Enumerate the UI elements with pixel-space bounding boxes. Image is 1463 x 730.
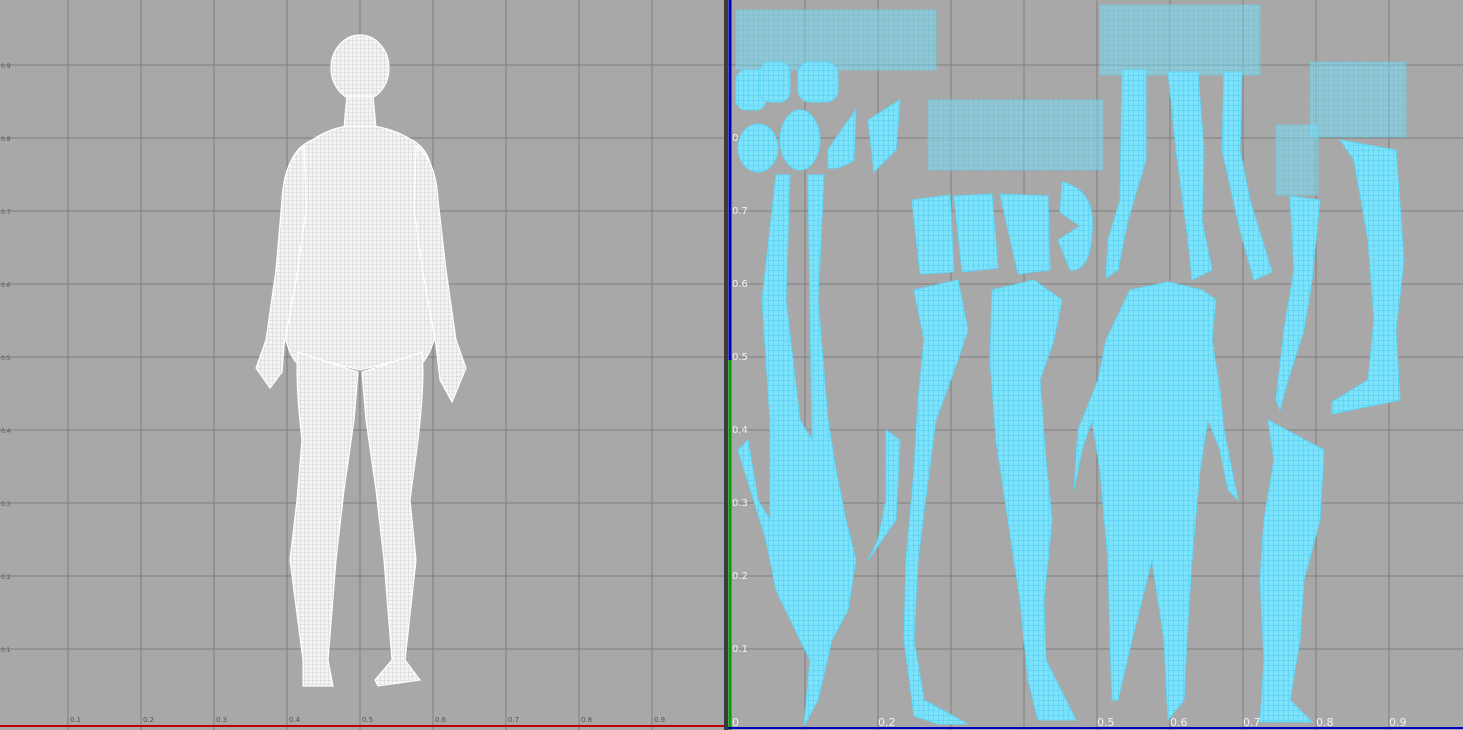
uv-shell-leg-lower[interactable] [1259,419,1325,723]
uv-y-tick-label: 0.6 [732,279,748,290]
uv-y-tick-label: 0.3 [732,498,748,509]
x-tick-label: 0.2 [143,716,154,724]
uv-editor-canvas[interactable]: 0 0.2 0.5 0.6 0.7 0.8 0.9 0.8 0.7 0.6 0.… [728,0,1463,730]
uv-x-tick-label: 0.2 [878,716,896,729]
y-tick-label: 0.1 [1,647,11,654]
uv-shell-face-piece[interactable] [867,99,901,174]
x-tick-labels: 0.1 0.2 0.3 0.4 0.5 0.6 0.7 0.8 0.9 [70,716,665,724]
y-tick-label: 0.7 [1,209,11,216]
y-tick-label: 0.2 [1,574,11,581]
uv-y-tick-label: 0.2 [732,571,748,582]
uv-shell-small-pieces[interactable] [927,99,1104,171]
uv-shell-head-side[interactable] [911,194,955,275]
uv-shell-small-pieces[interactable] [1099,4,1261,76]
uv-x-tick-label: 0.7 [1243,716,1261,729]
uv-shell-arm[interactable] [1221,71,1273,281]
mesh-left-leg[interactable] [361,351,424,687]
y-tick-labels: 0.9 0.8 0.7 0.6 0.5 0.4 0.3 0.2 0.1 [1,63,11,654]
viewport-3d[interactable]: 0.1 0.2 0.3 0.4 0.5 0.6 0.7 0.8 0.9 0.9 … [0,0,724,730]
y-tick-label: 0.4 [1,428,11,435]
uv-x-tick-label: 0.6 [1170,716,1188,729]
y-tick-label: 0.6 [1,282,11,289]
y-tick-label: 0.8 [1,136,11,143]
uv-shell-face-piece[interactable] [827,108,857,169]
uv-shell-head-side[interactable] [953,193,999,273]
y-tick-label: 0.3 [1,501,11,508]
uv-shell-front-body[interactable] [1073,281,1239,722]
uv-shell-legs[interactable] [1259,139,1405,723]
mesh-neck[interactable] [343,95,377,129]
uv-shell-back-body[interactable] [737,174,901,727]
uv-shell-small-pieces[interactable] [1309,61,1407,138]
y-tick-label: 0.5 [1,355,11,362]
mesh-head[interactable] [330,34,390,102]
uv-shell-arm[interactable] [1105,69,1147,279]
uv-y-tick-label: 0.1 [732,644,748,655]
x-tick-label: 0.7 [508,716,519,724]
x-tick-label: 0.8 [581,716,592,724]
y-tick-label: 0.9 [1,63,11,70]
uv-y-tick-labels: 0.8 0.7 0.6 0.5 0.4 0.3 0.2 0.1 [732,133,748,655]
uv-shell-back-arm[interactable] [867,429,901,561]
uv-shell-side-bodies[interactable] [903,279,1077,725]
x-tick-label: 0.5 [362,716,373,724]
uv-shell-leg-upper[interactable] [1331,139,1405,415]
uv-shell-side-body-right[interactable] [903,279,969,725]
uv-shells[interactable] [735,4,1407,727]
uv-editor-app: 0.1 0.2 0.3 0.4 0.5 0.6 0.7 0.8 0.9 0.9 … [0,0,1463,730]
uv-shell-face-piece[interactable] [737,123,779,173]
mesh-right-leg[interactable] [289,351,359,687]
x-tick-label: 0.4 [289,716,301,724]
uv-shell-arm[interactable] [1167,71,1213,281]
uv-x-tick-label: 0.9 [1389,716,1407,729]
uv-shell-face-piece[interactable] [797,61,839,103]
uv-shell-small-pieces[interactable] [735,9,937,71]
uv-shell-side-body-left[interactable] [989,279,1077,721]
uv-y-tick-label: 0.4 [732,425,748,436]
uv-x-tick-label: 0.8 [1316,716,1334,729]
uv-y-tick-label: 0.5 [732,352,748,363]
x-tick-label: 0.1 [70,716,81,724]
uv-editor-view[interactable]: 0 0.2 0.5 0.6 0.7 0.8 0.9 0.8 0.7 0.6 0.… [728,0,1463,730]
uv-y-tick-label: 0.7 [732,206,748,217]
uv-shell-arm-lower[interactable] [1275,195,1321,412]
mesh-torso[interactable] [284,125,436,373]
uv-shell-back[interactable] [737,174,857,727]
uv-x-tick-label: 0.5 [1097,716,1115,729]
uv-shell-face-piece[interactable] [759,61,791,103]
uv-shell-face-piece[interactable] [779,109,821,171]
uv-shell-ear[interactable] [1057,181,1093,271]
x-tick-label: 0.9 [654,716,665,724]
x-tick-label: 0.6 [435,716,447,724]
viewport-3d-canvas[interactable]: 0.1 0.2 0.3 0.4 0.5 0.6 0.7 0.8 0.9 0.9 … [0,0,724,730]
uv-shell-small-pieces[interactable] [1275,124,1319,196]
uv-origin-label: 0 [732,716,739,729]
uv-shell-head-side[interactable] [999,193,1051,275]
x-tick-label: 0.3 [216,716,227,724]
uv-shell-front-torso[interactable] [1073,281,1239,722]
